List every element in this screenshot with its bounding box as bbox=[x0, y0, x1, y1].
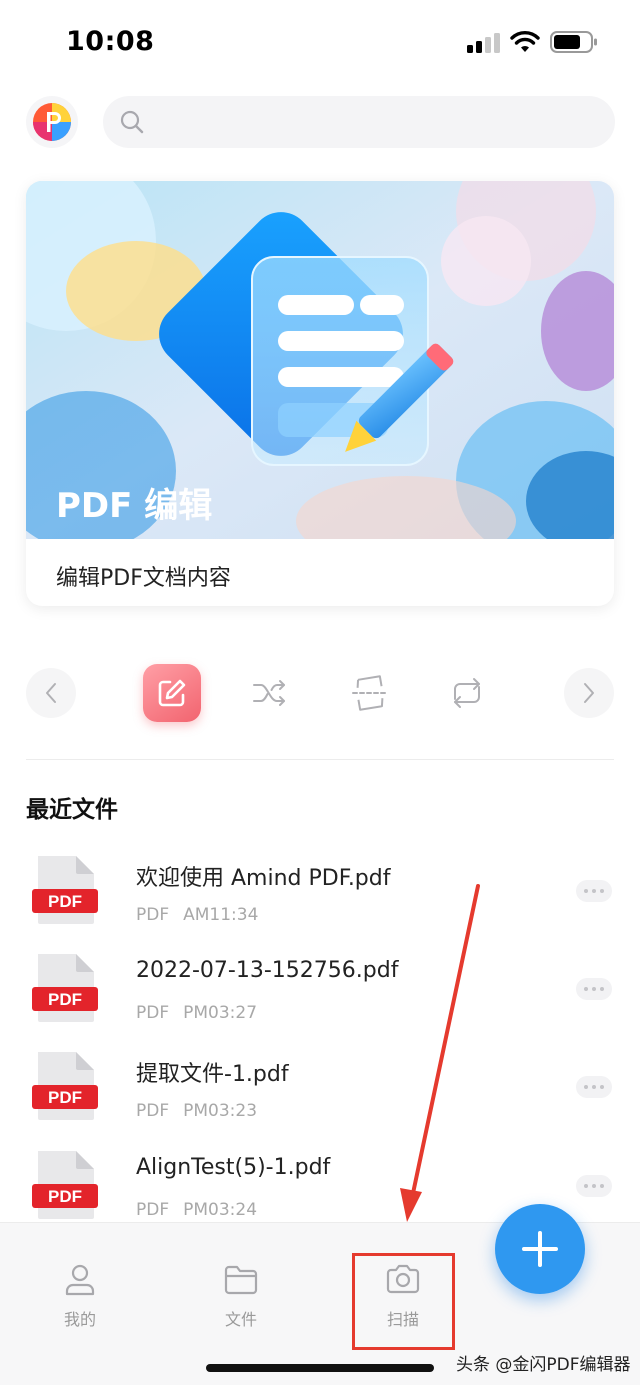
banner-title: PDF 编辑 bbox=[56, 486, 213, 526]
annotation-arrow bbox=[400, 884, 480, 1222]
more-options-button[interactable] bbox=[576, 1076, 612, 1098]
pdf-file-icon: PDF bbox=[32, 856, 98, 924]
tool-edit[interactable] bbox=[143, 664, 201, 722]
file-list-item[interactable]: PDF 2022-07-13-152756.pdf PDF PM03:27 bbox=[0, 950, 640, 1046]
file-meta: PDF PM03:24 bbox=[136, 1200, 257, 1220]
file-time: AM11:34 bbox=[183, 905, 259, 925]
file-list-item[interactable]: PDF 欢迎使用 Amind PDF.pdf PDF AM11:34 bbox=[0, 852, 640, 948]
chevron-right-icon bbox=[584, 683, 594, 703]
add-button[interactable] bbox=[495, 1204, 585, 1294]
file-time: PM03:24 bbox=[183, 1200, 258, 1220]
banner-subtitle: 编辑PDF文档内容 bbox=[56, 566, 231, 591]
tool-rotate[interactable] bbox=[438, 664, 496, 722]
home-indicator bbox=[206, 1364, 434, 1372]
search-input[interactable] bbox=[103, 96, 615, 148]
file-meta: PDF PM03:23 bbox=[136, 1101, 257, 1121]
file-list-item[interactable]: PDF 提取文件-1.pdf PDF PM03:23 bbox=[0, 1048, 640, 1144]
app-logo[interactable] bbox=[26, 96, 78, 148]
person-icon bbox=[65, 1264, 95, 1296]
more-options-button[interactable] bbox=[576, 880, 612, 902]
signal-icon bbox=[467, 33, 500, 53]
pdf-badge: PDF bbox=[48, 1187, 82, 1206]
watermark: 头条 @金闪PDF编辑器 bbox=[456, 1355, 631, 1375]
shuffle-icon bbox=[253, 680, 285, 706]
tab-label: 我的 bbox=[63, 1310, 96, 1329]
file-name: 提取文件-1.pdf bbox=[136, 1062, 289, 1087]
wifi-icon bbox=[510, 31, 540, 52]
app-logo-icon bbox=[33, 103, 71, 141]
pdf-file-icon: PDF bbox=[32, 954, 98, 1022]
pdf-badge: PDF bbox=[48, 990, 82, 1009]
recent-files-title: 最近文件 bbox=[26, 797, 118, 823]
more-options-button[interactable] bbox=[576, 1175, 612, 1197]
file-time: PM03:23 bbox=[183, 1101, 258, 1121]
feature-banner[interactable]: PDF 编辑 编辑PDF文档内容 bbox=[26, 181, 614, 606]
carousel-prev-button[interactable] bbox=[26, 668, 76, 718]
chevron-left-icon bbox=[46, 683, 56, 703]
tab-files[interactable]: 文件 bbox=[196, 1262, 286, 1342]
file-type: PDF bbox=[136, 1101, 170, 1121]
file-type: PDF bbox=[136, 1200, 170, 1220]
file-name: 欢迎使用 Amind PDF.pdf bbox=[136, 866, 391, 891]
file-type: PDF bbox=[136, 1003, 170, 1023]
file-time: PM03:27 bbox=[183, 1003, 258, 1023]
pdf-file-icon: PDF bbox=[32, 1151, 98, 1219]
tab-mine[interactable]: 我的 bbox=[35, 1262, 125, 1342]
pdf-badge: PDF bbox=[48, 892, 82, 911]
status-time: 10:08 bbox=[66, 26, 155, 57]
file-type: PDF bbox=[136, 905, 170, 925]
pdf-badge: PDF bbox=[48, 1088, 82, 1107]
rotate-icon bbox=[454, 678, 480, 708]
file-meta: PDF PM03:27 bbox=[136, 1003, 257, 1023]
tab-label: 文件 bbox=[224, 1310, 257, 1329]
folder-icon bbox=[224, 1265, 258, 1295]
plus-icon bbox=[522, 1231, 558, 1267]
tool-crop[interactable] bbox=[341, 664, 399, 722]
file-name: 2022-07-13-152756.pdf bbox=[136, 958, 399, 983]
pdf-file-icon: PDF bbox=[32, 1052, 98, 1120]
file-meta: PDF AM11:34 bbox=[136, 905, 258, 925]
carousel-next-button[interactable] bbox=[564, 668, 614, 718]
battery-icon bbox=[550, 31, 597, 53]
crop-icon bbox=[352, 675, 388, 711]
more-options-button[interactable] bbox=[576, 978, 612, 1000]
section-divider bbox=[26, 759, 614, 760]
edit-icon bbox=[158, 679, 186, 707]
annotation-highlight-box bbox=[352, 1253, 455, 1350]
file-name: AlignTest(5)-1.pdf bbox=[136, 1155, 331, 1180]
search-icon bbox=[120, 110, 144, 134]
tool-shuffle[interactable] bbox=[241, 664, 299, 722]
